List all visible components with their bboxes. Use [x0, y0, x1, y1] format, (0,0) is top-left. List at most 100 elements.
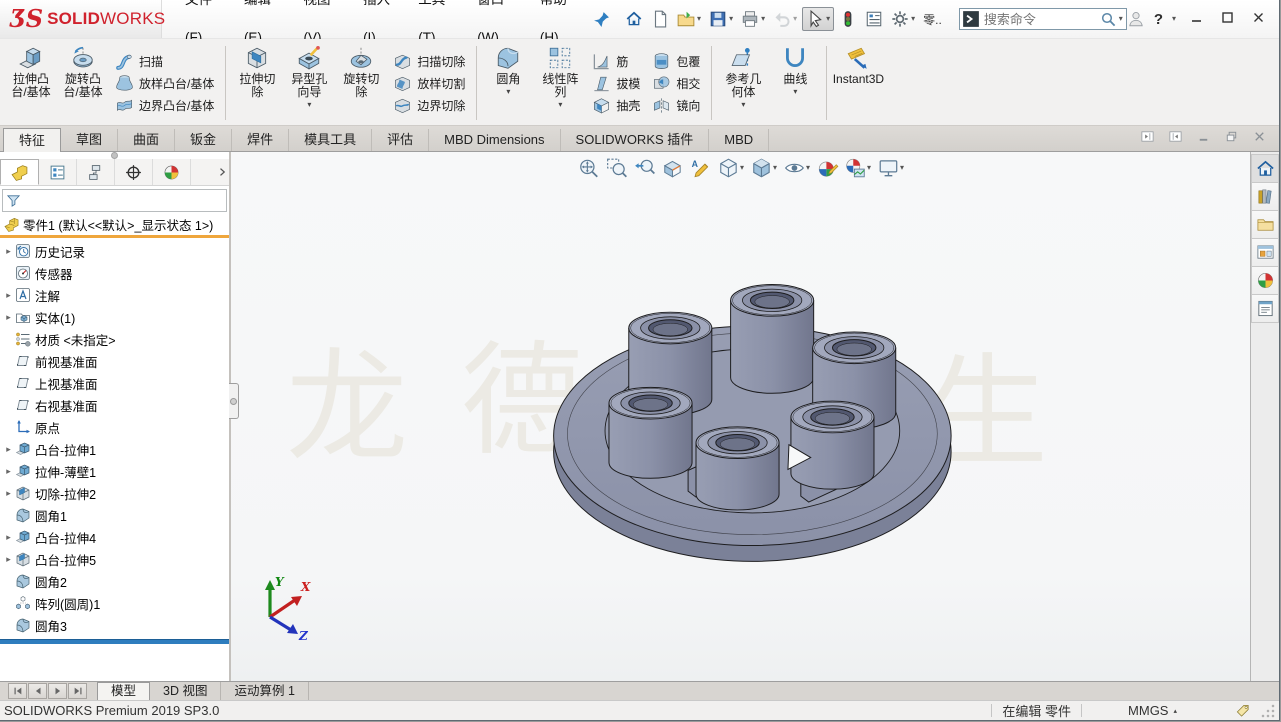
collapse-left-pane-button[interactable]: [1140, 129, 1155, 149]
tree-item[interactable]: ▸凸台-拉伸4: [0, 526, 229, 548]
revolve-cut-button[interactable]: 旋转切除: [336, 42, 386, 124]
dropdown-icon[interactable]: ▾: [793, 15, 797, 23]
tree-item[interactable]: 阵列(圆周)1: [0, 592, 229, 614]
maximize-button[interactable]: [1216, 11, 1238, 27]
first-tab-button[interactable]: [8, 683, 27, 699]
last-tab-button[interactable]: [68, 683, 87, 699]
panel-collapse-handle[interactable]: [229, 383, 239, 419]
expand-arrow-icon[interactable]: ▸: [2, 466, 15, 477]
mirror-button[interactable]: 镜向: [649, 95, 703, 116]
dropdown-icon[interactable]: ▾: [793, 88, 797, 96]
dropdown-icon[interactable]: ▾: [729, 15, 733, 23]
dropdown-icon[interactable]: ▾: [558, 101, 562, 109]
curves-button[interactable]: 曲线▾: [770, 42, 820, 124]
propertymanager-tab[interactable]: [39, 159, 77, 185]
tree-item[interactable]: 传感器: [0, 262, 229, 284]
displaymanager-tab[interactable]: [153, 159, 191, 185]
dropdown-icon[interactable]: ▾: [307, 101, 311, 109]
display-style-button[interactable]: ▾: [748, 155, 779, 181]
tab-草图[interactable]: 草图: [61, 129, 118, 151]
document-restore-button[interactable]: [1224, 129, 1239, 149]
tree-item[interactable]: ▸凸台-拉伸5: [0, 548, 229, 570]
save-button[interactable]: ▾: [706, 8, 736, 30]
appearances-scenes-button[interactable]: [1251, 267, 1279, 295]
tree-item[interactable]: ▸拉伸-薄壁1: [0, 460, 229, 482]
loft-cut-button[interactable]: 放样切割: [390, 73, 468, 94]
tree-filter[interactable]: [2, 189, 227, 212]
new-document-button[interactable]: [648, 8, 672, 30]
reference-geometry-button[interactable]: 参考几何体▾: [718, 42, 768, 124]
tab-MBD Dimensions[interactable]: MBD Dimensions: [429, 129, 560, 151]
expand-manager-tabs[interactable]: [214, 159, 229, 185]
dropdown-icon[interactable]: ▾: [773, 164, 777, 172]
dropdown-icon[interactable]: ▾: [826, 15, 830, 23]
previous-view-button[interactable]: [631, 155, 657, 181]
unit-system-selector[interactable]: MMGS▴: [1128, 703, 1177, 718]
rebuild-button[interactable]: [836, 8, 860, 30]
dropdown-icon[interactable]: ▾: [741, 101, 745, 109]
instant3d-button[interactable]: Instant3D: [833, 42, 883, 124]
hide-show-items-button[interactable]: ▾: [781, 155, 812, 181]
minimize-button[interactable]: [1185, 11, 1207, 27]
apply-scene-button[interactable]: ▾: [842, 155, 873, 181]
dimxpertmanager-tab[interactable]: [115, 159, 153, 185]
tree-item[interactable]: 圆角2: [0, 570, 229, 592]
document-minimize-button[interactable]: [1196, 129, 1211, 149]
configurationmanager-tab[interactable]: [77, 159, 115, 185]
expand-arrow-icon[interactable]: ▸: [2, 290, 15, 301]
dropdown-icon[interactable]: ▾: [506, 88, 510, 96]
tree-item[interactable]: ▸切除-拉伸2: [0, 482, 229, 504]
tab-曲面[interactable]: 曲面: [118, 129, 175, 151]
home-button[interactable]: [622, 8, 646, 30]
tree-item[interactable]: ▸注解: [0, 284, 229, 306]
expand-arrow-icon[interactable]: ▸: [2, 246, 15, 257]
tab-特征[interactable]: 特征: [3, 128, 61, 152]
boundary-cut-button[interactable]: 边界切除: [390, 95, 468, 116]
expand-arrow-icon[interactable]: ▸: [2, 488, 15, 499]
hole-wizard-button[interactable]: 异型孔向导▾: [284, 42, 334, 124]
tab-SOLIDWORKS 插件[interactable]: SOLIDWORKS 插件: [561, 129, 710, 151]
print-button[interactable]: ▾: [738, 8, 768, 30]
view-settings-button[interactable]: ▾: [875, 155, 906, 181]
cut-extrude-button[interactable]: 拉伸切除: [232, 42, 282, 124]
doc-tab-运动算例 1[interactable]: 运动算例 1: [221, 682, 308, 700]
tree-item[interactable]: 前视基准面: [0, 350, 229, 372]
linear-pattern-button[interactable]: 线性阵列▾: [535, 42, 585, 124]
resize-grip[interactable]: [1261, 704, 1275, 718]
rib-button[interactable]: 筋: [589, 51, 643, 72]
view-palette-button[interactable]: [1251, 239, 1279, 267]
doc-tab-3D 视图[interactable]: 3D 视图: [150, 682, 221, 700]
graphics-area[interactable]: 龙德生: [231, 152, 1250, 681]
intersect-button[interactable]: 相交: [649, 73, 703, 94]
panel-splitter-grip[interactable]: [0, 152, 229, 159]
tab-模具工具[interactable]: 模具工具: [289, 129, 372, 151]
boundary-boss-button[interactable]: 边界凸台/基体: [112, 95, 217, 116]
view-orientation-button[interactable]: ▾: [715, 155, 746, 181]
sweep-cut-button[interactable]: 扫描切除: [390, 51, 468, 72]
search-dropdown-icon[interactable]: ▾: [1119, 15, 1123, 23]
toolbar-overflow-button[interactable]: 零..: [920, 9, 945, 30]
open-button[interactable]: ▾: [674, 8, 704, 30]
boss-extrude-button[interactable]: 拉伸凸台/基体: [6, 42, 56, 124]
previous-tab-button[interactable]: [28, 683, 47, 699]
tab-焊件[interactable]: 焊件: [232, 129, 289, 151]
search-commands-icon[interactable]: [962, 10, 980, 28]
part-model[interactable]: [231, 152, 1250, 681]
file-explorer-button[interactable]: [1251, 211, 1279, 239]
tab-钣金[interactable]: 钣金: [175, 129, 232, 151]
annotation-view-button[interactable]: A: [687, 155, 713, 181]
dropdown-icon[interactable]: ▾: [806, 164, 810, 172]
file-properties-button[interactable]: [862, 8, 886, 30]
sweep-button[interactable]: 扫描: [112, 51, 217, 72]
tree-item[interactable]: 上视基准面: [0, 372, 229, 394]
dropdown-icon[interactable]: ▾: [740, 164, 744, 172]
search-input[interactable]: [982, 11, 1100, 28]
tab-MBD[interactable]: MBD: [709, 129, 769, 151]
custom-properties-button[interactable]: [1251, 295, 1279, 323]
featuremanager-tab[interactable]: [0, 159, 39, 185]
next-tab-button[interactable]: [48, 683, 67, 699]
pin-icon[interactable]: [593, 11, 610, 28]
user-icon[interactable]: [1127, 10, 1145, 28]
shell-button[interactable]: 抽壳: [589, 95, 643, 116]
select-button[interactable]: ▾: [802, 7, 834, 31]
